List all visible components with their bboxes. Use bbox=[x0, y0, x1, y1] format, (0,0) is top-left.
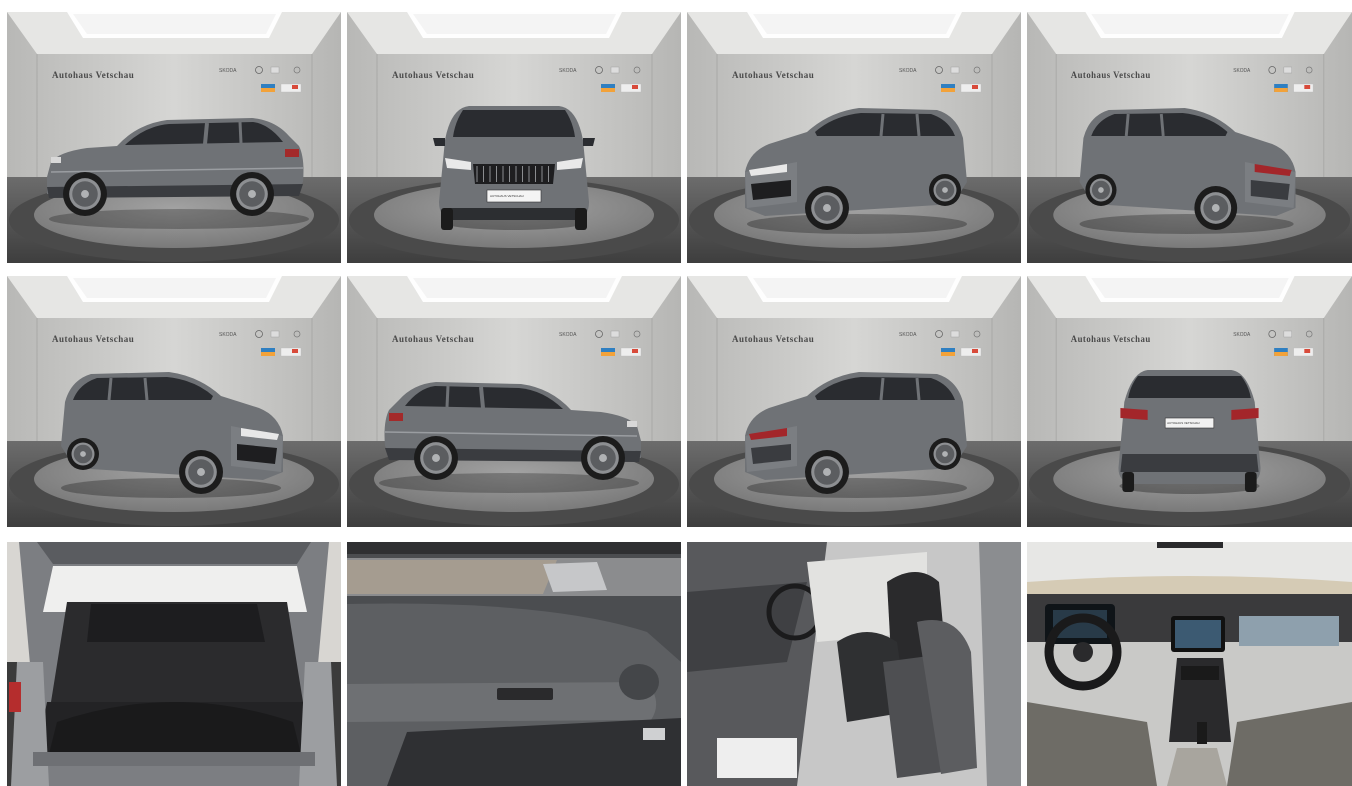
thumbnail-image: Autohaus Vetschau SKODA AUTOHAUS VETSCHA… bbox=[1027, 276, 1352, 527]
gallery-thumbnail-dashboard[interactable] bbox=[1027, 542, 1352, 786]
gallery-thumbnail-rear-left[interactable]: Autohaus Vetschau SKODA bbox=[1027, 12, 1352, 263]
car-image: AUTOHAUS VETSCHAU bbox=[433, 106, 595, 230]
dealer-name-label: Autohaus Vetschau bbox=[1071, 334, 1151, 344]
gallery-thumbnail-front-right[interactable]: Autohaus Vetschau SKODA bbox=[687, 12, 1021, 263]
gallery-thumbnail-rear-right[interactable]: Autohaus Vetschau SKODA bbox=[687, 276, 1021, 527]
thumbnail-image bbox=[7, 542, 341, 786]
thumbnail-image bbox=[347, 542, 681, 786]
thumbnail-image: Autohaus Vetschau SKODA bbox=[7, 12, 341, 263]
dealer-name-label: Autohaus Vetschau bbox=[732, 334, 814, 344]
svg-text:SKODA: SKODA bbox=[1233, 68, 1251, 74]
thumbnail-image: Autohaus Vetschau SKODA AUTOHAUS VETSCHA… bbox=[347, 12, 681, 263]
dealer-name-label: Autohaus Vetschau bbox=[392, 334, 474, 344]
svg-text:SKODA: SKODA bbox=[1233, 332, 1251, 338]
svg-text:SKODA: SKODA bbox=[559, 68, 577, 74]
gallery-thumbnail-side-left[interactable]: Autohaus Vetschau SKODA bbox=[7, 12, 341, 263]
trunk-interior-image bbox=[7, 542, 341, 786]
gallery-thumbnail-side-right[interactable]: Autohaus Vetschau SKODA bbox=[347, 276, 681, 527]
front-seats-image bbox=[687, 542, 1021, 786]
thumbnail-image: Autohaus Vetschau SKODA bbox=[687, 276, 1021, 527]
dealer-name-label: Autohaus Vetschau bbox=[732, 70, 814, 80]
svg-text:AUTOHAUS VETSCHAU: AUTOHAUS VETSCHAU bbox=[1167, 421, 1200, 425]
svg-text:SKODA: SKODA bbox=[219, 68, 237, 74]
thumbnail-image bbox=[1027, 542, 1352, 786]
dealer-name-label: Autohaus Vetschau bbox=[392, 70, 474, 80]
svg-text:AUTOHAUS VETSCHAU: AUTOHAUS VETSCHAU bbox=[490, 194, 524, 198]
gallery-thumbnail-door-panel[interactable] bbox=[347, 542, 681, 786]
svg-text:SKODA: SKODA bbox=[219, 332, 237, 338]
thumbnail-image: Autohaus Vetschau SKODA bbox=[1027, 12, 1352, 263]
dealer-name-label: Autohaus Vetschau bbox=[1071, 70, 1151, 80]
thumbnail-image: Autohaus Vetschau SKODA bbox=[347, 276, 681, 527]
thumbnail-image bbox=[687, 542, 1021, 786]
photo-gallery: Autohaus Vetschau SKODA Autohaus Vetscha… bbox=[0, 0, 1352, 786]
door-panel-image bbox=[347, 542, 681, 786]
svg-text:SKODA: SKODA bbox=[559, 332, 577, 338]
svg-text:SKODA: SKODA bbox=[899, 332, 917, 338]
dashboard-image bbox=[1027, 542, 1352, 786]
svg-text:SKODA: SKODA bbox=[899, 68, 917, 74]
gallery-thumbnail-front[interactable]: Autohaus Vetschau SKODA AUTOHAUS VETSCHA… bbox=[347, 12, 681, 263]
gallery-thumbnail-trunk[interactable] bbox=[7, 542, 341, 786]
dealer-name-label: Autohaus Vetschau bbox=[52, 334, 134, 344]
thumbnail-image: Autohaus Vetschau SKODA bbox=[7, 276, 341, 527]
gallery-thumbnail-rear[interactable]: Autohaus Vetschau SKODA AUTOHAUS VETSCHA… bbox=[1027, 276, 1352, 527]
dealer-name-label: Autohaus Vetschau bbox=[52, 70, 134, 80]
thumbnail-image: Autohaus Vetschau SKODA bbox=[687, 12, 1021, 263]
car-image: AUTOHAUS VETSCHAU bbox=[1118, 370, 1261, 494]
gallery-thumbnail-front-left[interactable]: Autohaus Vetschau SKODA bbox=[7, 276, 341, 527]
gallery-thumbnail-front-seats[interactable] bbox=[687, 542, 1021, 786]
